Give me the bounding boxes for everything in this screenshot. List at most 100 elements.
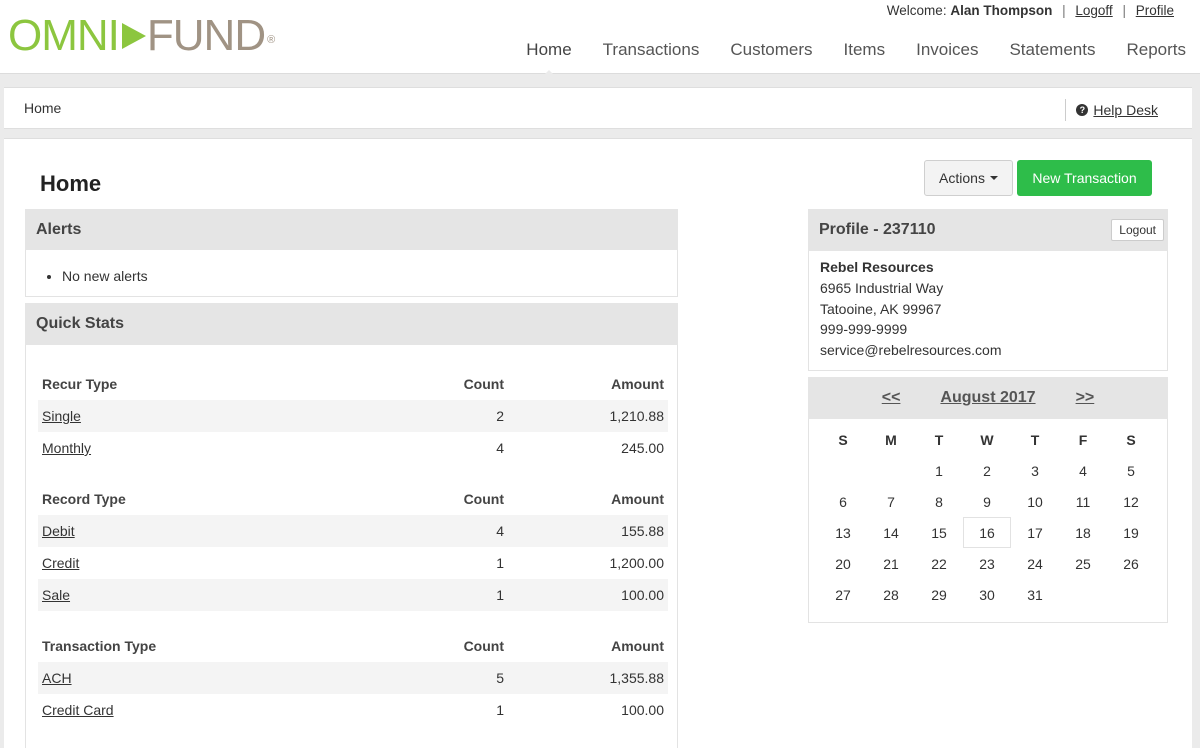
calendar-day[interactable]: 14 [883, 525, 899, 541]
calendar-day[interactable]: 30 [979, 587, 995, 603]
nav-statements[interactable]: Statements [1009, 40, 1095, 60]
calendar-day[interactable]: 8 [935, 494, 943, 510]
calendar-day[interactable]: 31 [1027, 587, 1043, 603]
calendar-day-cell[interactable]: 19 [1107, 517, 1155, 548]
calendar-day-cell[interactable]: 5 [1107, 455, 1155, 486]
calendar-day[interactable]: 4 [1079, 463, 1087, 479]
calendar-day-cell[interactable]: 2 [963, 455, 1011, 486]
calendar-day-cell[interactable]: 1 [915, 455, 963, 486]
stat-amount: 155.88 [508, 515, 668, 547]
stat-link-single[interactable]: Single [42, 408, 81, 424]
profile-link[interactable]: Profile [1136, 3, 1174, 18]
calendar-day[interactable]: 25 [1075, 556, 1091, 572]
calendar-day-cell[interactable]: 25 [1059, 548, 1107, 579]
calendar-day[interactable]: 9 [983, 494, 991, 510]
calendar-day[interactable]: 19 [1123, 525, 1139, 541]
new-transaction-button[interactable]: New Transaction [1017, 160, 1152, 196]
calendar-day-cell[interactable]: 11 [1059, 486, 1107, 517]
calendar-day[interactable]: 12 [1123, 494, 1139, 510]
weekday-label: F [1078, 432, 1088, 448]
calendar-day-cell[interactable]: 20 [819, 548, 867, 579]
calendar-day-cell[interactable]: 10 [1011, 486, 1059, 517]
table-row: ACH 5 1,355.88 [38, 662, 668, 694]
calendar-day-cell[interactable]: 8 [915, 486, 963, 517]
profile-logout-button[interactable]: Logout [1111, 219, 1164, 241]
count-header: Count [463, 376, 504, 392]
stat-link-credit[interactable]: Credit [42, 555, 79, 571]
stat-link-credit-card[interactable]: Credit Card [42, 702, 114, 718]
calendar-day[interactable]: 26 [1123, 556, 1139, 572]
top-header: OMNI FUND ® Welcome: Alan Thompson | Log… [0, 0, 1200, 77]
actions-dropdown-button[interactable]: Actions [924, 160, 1013, 196]
stat-link-monthly[interactable]: Monthly [42, 440, 91, 456]
calendar-day-cell[interactable]: 4 [1059, 455, 1107, 486]
calendar-day-cell[interactable]: 23 [963, 548, 1011, 579]
calendar-day-cell[interactable]: 9 [963, 486, 1011, 517]
calendar-day[interactable]: 1 [935, 463, 943, 479]
calendar-day-cell[interactable]: 7 [867, 486, 915, 517]
calendar-prev-link[interactable]: << [882, 389, 901, 407]
calendar-day[interactable]: 13 [835, 525, 851, 541]
calendar-day[interactable]: 2 [983, 463, 991, 479]
stat-link-debit[interactable]: Debit [42, 523, 75, 539]
calendar-day-cell[interactable]: 6 [819, 486, 867, 517]
logo-right-text: FUND [146, 11, 266, 60]
calendar-day-cell[interactable]: 16 [963, 517, 1011, 548]
phone-number: 999-999-9999 [820, 321, 908, 337]
calendar-day[interactable]: 11 [1076, 494, 1091, 510]
calendar-day-cell[interactable]: 26 [1107, 548, 1155, 579]
calendar-day[interactable]: 6 [839, 494, 847, 510]
stat-link-sale[interactable]: Sale [42, 587, 70, 603]
calendar-day[interactable]: 27 [835, 587, 851, 603]
address-line-1: 6965 Industrial Way [820, 280, 944, 296]
logo-left-text: OMNI [8, 11, 120, 60]
calendar-day-cell[interactable]: 18 [1059, 517, 1107, 548]
calendar-day[interactable]: 10 [1027, 494, 1043, 510]
calendar-day[interactable]: 22 [931, 556, 947, 572]
calendar-day-cell[interactable]: 13 [819, 517, 867, 548]
calendar-day[interactable]: 17 [1027, 525, 1043, 541]
calendar-day-cell[interactable]: 17 [1011, 517, 1059, 548]
nav-reports[interactable]: Reports [1126, 40, 1186, 60]
stat-link-ach[interactable]: ACH [42, 670, 72, 686]
stat-count: 2 [338, 400, 508, 432]
calendar-day-cell[interactable]: 15 [915, 517, 963, 548]
nav-transactions[interactable]: Transactions [603, 40, 700, 60]
calendar-day[interactable]: 5 [1127, 463, 1135, 479]
nav-home[interactable]: Home [526, 40, 572, 77]
calendar-day[interactable]: 18 [1075, 525, 1091, 541]
calendar-day[interactable]: 29 [931, 587, 947, 603]
table-row: Single 2 1,210.88 [38, 400, 668, 432]
calendar-month-link[interactable]: August 2017 [940, 389, 1035, 407]
table-row: Credit Card 1 100.00 [38, 694, 668, 726]
calendar-day-cell[interactable]: 21 [867, 548, 915, 579]
calendar-day[interactable]: 16 [963, 517, 1011, 548]
calendar-day[interactable]: 21 [883, 556, 899, 572]
calendar-day[interactable]: 28 [883, 587, 899, 603]
calendar-next-link[interactable]: >> [1076, 389, 1095, 407]
calendar-day-cell[interactable]: 27 [819, 579, 867, 610]
omnifund-logo[interactable]: OMNI FUND ® [8, 11, 275, 60]
nav-items[interactable]: Items [844, 40, 886, 60]
calendar-day-cell[interactable]: 30 [963, 579, 1011, 610]
calendar-day[interactable]: 24 [1027, 556, 1043, 572]
calendar-day[interactable]: 7 [887, 494, 895, 510]
calendar-day[interactable]: 23 [979, 556, 995, 572]
calendar-day-cell[interactable]: 22 [915, 548, 963, 579]
calendar-day[interactable]: 20 [835, 556, 851, 572]
help-desk-link[interactable]: Help Desk [1093, 102, 1158, 118]
calendar-day-cell[interactable]: 12 [1107, 486, 1155, 517]
help-desk: ? Help Desk [1065, 99, 1158, 121]
separator: | [1122, 3, 1126, 18]
nav-customers[interactable]: Customers [730, 40, 812, 60]
calendar-day-cell[interactable]: 24 [1011, 548, 1059, 579]
calendar-day-cell[interactable]: 14 [867, 517, 915, 548]
logoff-link[interactable]: Logoff [1075, 3, 1112, 18]
calendar-day-cell[interactable]: 3 [1011, 455, 1059, 486]
calendar-day-cell[interactable]: 31 [1011, 579, 1059, 610]
nav-invoices[interactable]: Invoices [916, 40, 978, 60]
calendar-day-cell[interactable]: 28 [867, 579, 915, 610]
calendar-day[interactable]: 15 [931, 525, 947, 541]
calendar-day[interactable]: 3 [1031, 463, 1039, 479]
calendar-day-cell[interactable]: 29 [915, 579, 963, 610]
